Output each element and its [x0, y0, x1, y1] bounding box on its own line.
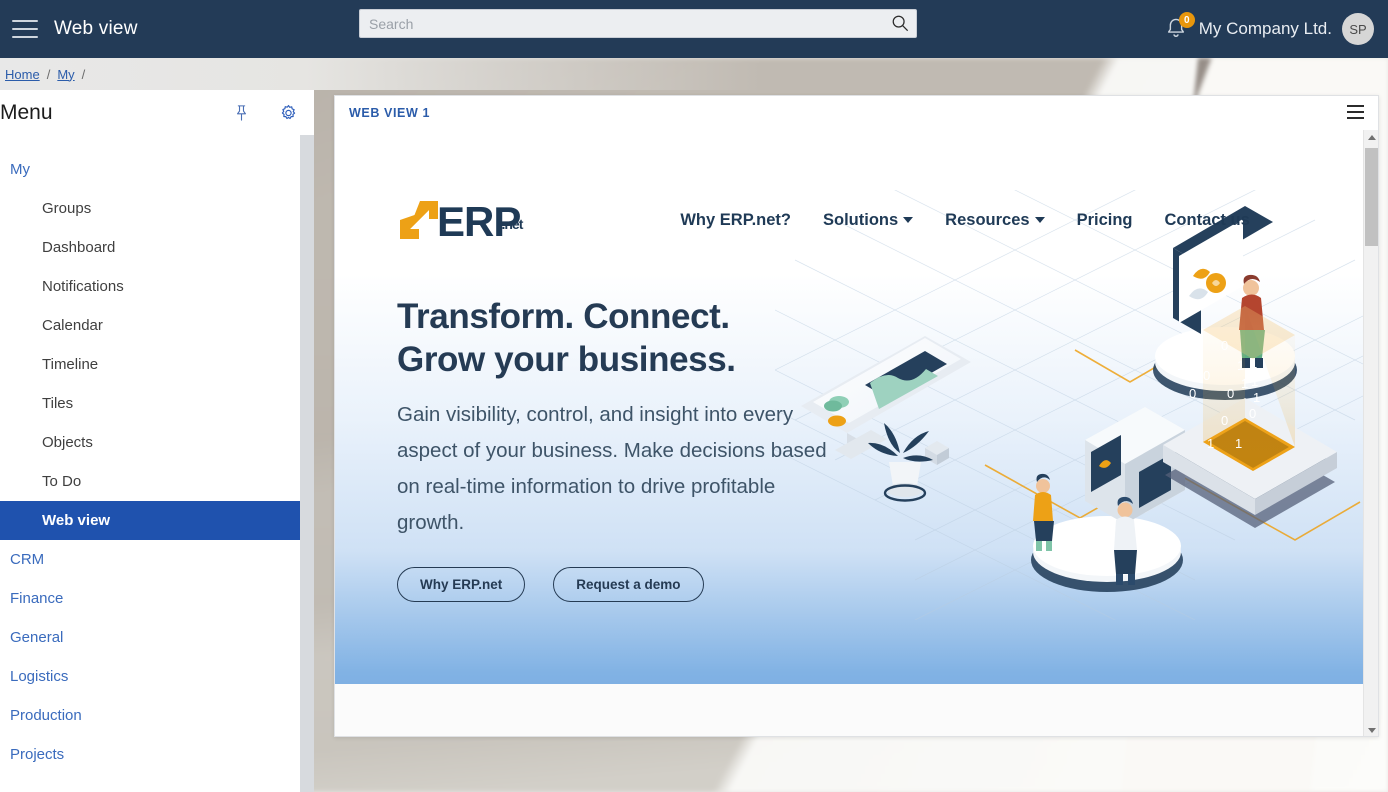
request-demo-button[interactable]: Request a demo [553, 567, 704, 602]
notification-count-badge: 0 [1178, 12, 1195, 28]
sidebar-item-tiles[interactable]: Tiles [0, 384, 314, 423]
svg-text:1: 1 [1207, 436, 1214, 451]
svg-text:0: 0 [1189, 386, 1196, 401]
sidebar-item-crm[interactable]: CRM [0, 540, 314, 579]
chevron-down-icon [1034, 217, 1045, 223]
web-view-panel-title: WEB VIEW 1 [349, 106, 431, 120]
svg-text:0: 0 [1249, 406, 1256, 421]
breadcrumb-item-home[interactable]: Home [5, 67, 40, 82]
company-name[interactable]: My Company Ltd. [1199, 19, 1332, 39]
nav-link-label: Solutions [823, 210, 899, 229]
hero-heading-line1: Transform. Connect. [397, 297, 730, 336]
breadcrumb-item-my[interactable]: My [57, 67, 74, 82]
sidebar-item-general[interactable]: General [0, 618, 314, 657]
site-navigation: ERP .net Why ERP.net? Solutions Resources [335, 130, 1365, 250]
sidebar-item-todo[interactable]: To Do [0, 462, 314, 501]
sidebar-item-list: My Groups Dashboard Notifications Calend… [0, 136, 314, 774]
pin-icon[interactable] [232, 104, 251, 123]
web-view-panel-header: WEB VIEW 1 [335, 96, 1378, 130]
breadcrumb-separator: / [81, 66, 86, 82]
hero-heading-line2: Grow your business. [397, 340, 736, 379]
sidebar-item-calendar[interactable]: Calendar [0, 306, 314, 345]
sidebar-title: Menu [0, 101, 53, 124]
web-view-scrollbar[interactable] [1363, 130, 1378, 736]
avatar[interactable]: SP [1342, 13, 1374, 45]
nav-link-label: Resources [945, 210, 1030, 229]
page-below-hero [335, 684, 1365, 736]
top-navbar: Web view 0 My Company Ltd. SP [0, 0, 1388, 58]
isometric-business-network-illustration: 01 01 01 01 10 01 1 [775, 190, 1365, 620]
sidebar-item-groups[interactable]: Groups [0, 189, 314, 228]
notifications-button[interactable]: 0 [1163, 12, 1195, 42]
breadcrumb-separator: / [46, 66, 51, 82]
svg-text:1: 1 [1250, 356, 1257, 371]
sidebar-item-my[interactable]: My [0, 150, 314, 189]
why-erp-button[interactable]: Why ERP.net [397, 567, 526, 602]
sidebar-item-finance[interactable]: Finance [0, 579, 314, 618]
nav-link-why-erp[interactable]: Why ERP.net? [680, 211, 791, 230]
web-view-panel: WEB VIEW 1 0 1 0 1 0 1 0 1 1 0 0 1 1 ERP… [334, 95, 1379, 737]
nav-link-contact-us[interactable]: Contact us [1165, 211, 1250, 230]
erp-logo[interactable]: ERP .net [397, 198, 523, 243]
sidebar-item-production[interactable]: Production [0, 696, 314, 735]
svg-text:1: 1 [1253, 390, 1260, 405]
hero-content: Transform. Connect. Grow your business. … [397, 295, 827, 602]
hero-section: 01 01 01 01 10 01 1 ERP .net Why ERP.net… [335, 130, 1365, 684]
sidebar-item-notifications[interactable]: Notifications [0, 267, 314, 306]
embedded-website: 01 01 01 01 10 01 1 ERP .net Why ERP.net… [335, 130, 1365, 736]
svg-text:1: 1 [1251, 374, 1258, 389]
sidebar-item-objects[interactable]: Objects [0, 423, 314, 462]
nav-link-label: Contact us [1164, 210, 1250, 229]
sidebar-menu-panel: Menu My Groups Dashboard Notifications C… [0, 90, 314, 792]
scroll-up-button[interactable] [1364, 130, 1378, 145]
sidebar-header: Menu [0, 90, 314, 136]
search-input[interactable] [359, 9, 917, 38]
sidebar-item-dashboard[interactable]: Dashboard [0, 228, 314, 267]
site-nav-links: Why ERP.net? Solutions Resources Pricing [680, 211, 1249, 230]
sidebar-item-logistics[interactable]: Logistics [0, 657, 314, 696]
search-container [359, 9, 917, 38]
sidebar-item-timeline[interactable]: Timeline [0, 345, 314, 384]
nav-link-solutions[interactable]: Solutions [823, 210, 914, 230]
logo-text: ERP .net [437, 201, 523, 243]
arrow-up-right-icon [397, 198, 441, 242]
sidebar-item-web-view[interactable]: Web view [0, 501, 314, 540]
scrollbar-thumb[interactable] [1365, 148, 1378, 246]
nav-link-label: Why ERP.net? [680, 210, 791, 229]
breadcrumb: Home / My / [0, 58, 1388, 90]
svg-text:0: 0 [1203, 368, 1210, 383]
hamburger-icon[interactable] [12, 20, 38, 38]
gear-icon[interactable] [279, 104, 298, 123]
svg-text:1: 1 [1235, 436, 1242, 451]
sidebar-header-actions [232, 104, 298, 123]
triangle-down-icon [1367, 728, 1376, 733]
hero-paragraph: Gain visibility, control, and insight in… [397, 403, 827, 534]
page-title: Web view [54, 18, 138, 39]
nav-link-label: Pricing [1076, 210, 1133, 229]
svg-text:0: 0 [1227, 386, 1234, 401]
navbar-right-group: 0 My Company Ltd. SP [1163, 0, 1374, 58]
hero-heading: Transform. Connect. Grow your business. [397, 295, 827, 381]
nav-link-pricing[interactable]: Pricing [1077, 211, 1133, 230]
svg-text:1: 1 [1241, 376, 1248, 391]
svg-text:0: 0 [1221, 413, 1228, 428]
chevron-down-icon [903, 217, 914, 223]
logo-text-suffix: .net [501, 216, 523, 232]
svg-text:1: 1 [1237, 358, 1244, 373]
triangle-up-icon [1367, 135, 1376, 140]
nav-link-resources[interactable]: Resources [945, 210, 1045, 230]
panel-menu-icon[interactable] [1347, 105, 1364, 119]
sidebar-item-projects[interactable]: Projects [0, 735, 314, 774]
scroll-down-button[interactable] [1364, 723, 1378, 736]
svg-text:0: 0 [1221, 338, 1228, 353]
hero-buttons: Why ERP.net Request a demo [397, 567, 827, 602]
sidebar-scrollbar[interactable] [300, 135, 314, 792]
